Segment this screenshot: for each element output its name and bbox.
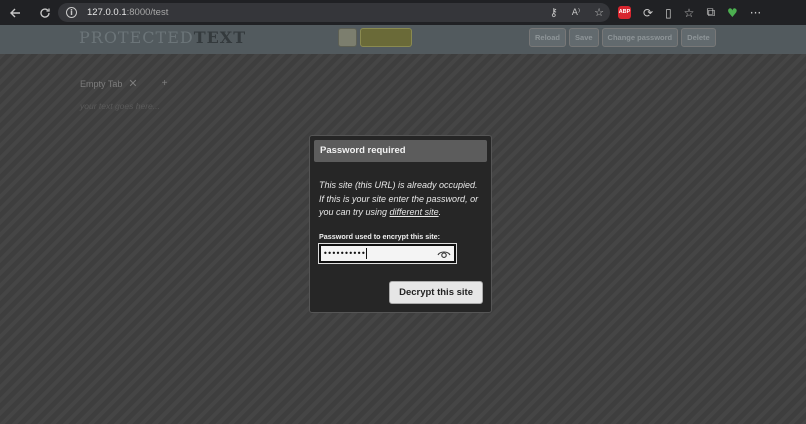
dialog-title: Password required [314,140,487,162]
address-bar[interactable]: i 127.0.0.1:8000/test ⚷ A⁾ ☆ [58,3,610,22]
site-logo[interactable]: PROTECTEDTEXT [79,28,246,47]
password-label: Password used to encrypt this site: [319,231,441,241]
promo-badge[interactable] [360,28,412,47]
change-password-button[interactable]: Change password [601,28,679,47]
logo-light-text: PROTECTED [79,28,194,47]
key-icon[interactable]: ⚷ [550,6,558,19]
message-end: . [438,207,442,217]
save-button[interactable]: Save [569,28,599,47]
different-site-link[interactable]: different site [390,207,439,217]
collections-icon[interactable]: ⧉ [706,5,715,20]
browser-toolbar: i 127.0.0.1:8000/test ⚷ A⁾ ☆ ABP ⟳ ▯ ☆ ⧉… [0,0,806,25]
header-buttons: Reload Save Change password Delete [529,28,716,47]
info-icon[interactable]: i [66,7,77,18]
text-placeholder[interactable]: your text goes here... [80,101,160,111]
address-bar-icons: ⚷ A⁾ ☆ [550,3,604,22]
eye-icon[interactable] [437,248,451,260]
url-path: :8000/test [126,7,169,18]
decrypt-button[interactable]: Decrypt this site [389,281,483,304]
add-tab-icon[interactable]: + [162,78,168,89]
browser-essentials-icon[interactable]: ♥ [727,6,738,20]
extension-icons: ABP ⟳ ▯ ☆ ⧉ ♥ ··· [618,3,761,22]
more-menu-icon[interactable]: ··· [750,6,761,20]
password-value: •••••••••• [323,248,366,258]
close-icon[interactable]: ✕ [128,77,137,90]
badge-icon[interactable] [338,28,357,47]
refresh-icon[interactable] [36,4,54,22]
text-caret [366,247,368,259]
dialog-message: This site (this URL) is already occupied… [319,179,482,220]
password-dialog: Password required This site (this URL) i… [309,135,492,313]
delete-button[interactable]: Delete [681,28,716,47]
tab-empty[interactable]: Empty Tab ✕ + [80,77,167,90]
url-text: 127.0.0.1:8000/test [87,7,168,18]
extension-puzzle-icon[interactable]: ⟳ [643,6,653,20]
url-host: 127.0.0.1 [87,7,127,18]
favorites-icon[interactable]: ☆ [684,6,695,20]
favorite-star-icon[interactable]: ☆ [594,6,604,19]
reload-button[interactable]: Reload [529,28,567,47]
password-input[interactable]: •••••••••• [318,242,457,264]
site-header: PROTECTEDTEXT Reload Save Change passwor… [0,25,806,54]
header-badges [338,28,412,47]
split-screen-icon[interactable]: ▯ [665,6,672,20]
logo-bold-text: TEXT [193,28,247,47]
adblock-plus-icon[interactable]: ABP [618,6,631,19]
read-aloud-icon[interactable]: A⁾ [572,8,580,18]
back-arrow-icon[interactable] [6,4,24,22]
tab-label: Empty Tab [80,78,123,89]
